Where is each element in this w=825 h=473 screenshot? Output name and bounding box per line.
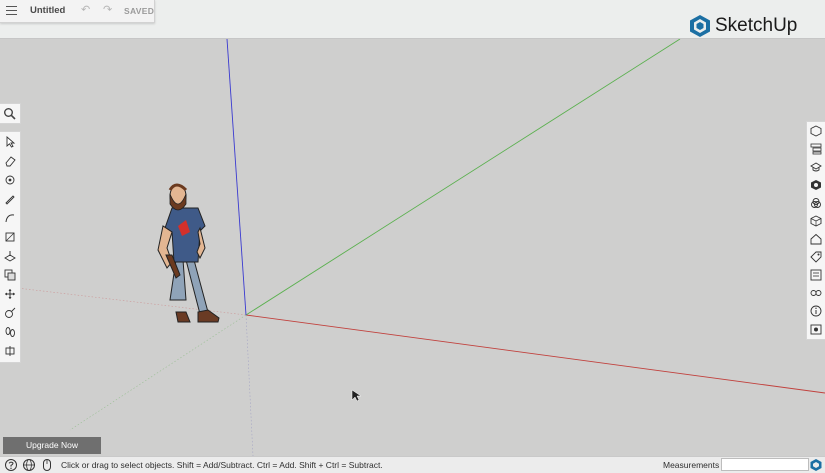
sketchup-status-logo-icon[interactable] xyxy=(809,458,823,472)
rectangle-icon[interactable] xyxy=(1,228,19,246)
push-pull-icon[interactable] xyxy=(1,247,19,265)
blue-axis xyxy=(226,39,247,316)
measurements-input[interactable] xyxy=(721,458,809,471)
green-axis xyxy=(245,39,681,316)
file-panel: Untitled ↶ ↷ SAVED xyxy=(0,0,155,23)
green-axis-negative xyxy=(69,314,247,431)
tape-measure-icon[interactable] xyxy=(1,171,19,189)
redo-icon[interactable]: ↷ xyxy=(103,3,112,16)
search-icon[interactable] xyxy=(3,107,16,120)
undo-icon[interactable]: ↶ xyxy=(81,3,90,16)
entity-info-icon[interactable] xyxy=(807,122,825,140)
materials-icon[interactable] xyxy=(807,176,825,194)
hamburger-icon[interactable] xyxy=(6,6,17,16)
pencil-line-icon[interactable] xyxy=(1,190,19,208)
measurements-label: Measurements xyxy=(663,460,720,470)
globe-icon[interactable] xyxy=(22,458,36,472)
mouse-cursor-icon xyxy=(351,389,362,402)
solar-icon[interactable] xyxy=(807,320,825,338)
modeling-viewport[interactable] xyxy=(0,39,825,456)
move-icon[interactable] xyxy=(1,285,19,303)
help-icon[interactable] xyxy=(4,458,18,472)
info-icon[interactable] xyxy=(807,302,825,320)
sketchup-logo-icon xyxy=(690,15,710,37)
mouse-icon[interactable] xyxy=(40,458,54,472)
upgrade-now-button[interactable]: Upgrade Now xyxy=(3,437,101,454)
status-hint: Click or drag to select objects. Shift =… xyxy=(61,460,383,470)
select-icon[interactable] xyxy=(1,133,19,151)
outliner-icon[interactable] xyxy=(807,266,825,284)
walk-icon[interactable] xyxy=(1,342,19,360)
scale-figure[interactable] xyxy=(157,183,220,323)
scenes-icon[interactable] xyxy=(807,212,825,230)
tags-icon[interactable] xyxy=(807,248,825,266)
styles-icon[interactable] xyxy=(807,194,825,212)
instructor-icon[interactable] xyxy=(807,158,825,176)
left-toolbar xyxy=(0,131,21,363)
display-icon[interactable] xyxy=(807,284,825,302)
blue-axis-negative xyxy=(245,314,254,456)
brand-name: SketchUp xyxy=(715,15,798,36)
red-axis xyxy=(245,314,825,394)
search-tool[interactable] xyxy=(0,103,21,124)
top-bar: Untitled ↶ ↷ SAVED SketchUp xyxy=(0,0,825,39)
status-bar: Click or drag to select objects. Shift =… xyxy=(0,456,825,473)
footprints-icon[interactable] xyxy=(1,323,19,341)
components-icon[interactable] xyxy=(807,140,825,158)
document-title[interactable]: Untitled xyxy=(30,5,65,16)
save-status: SAVED xyxy=(124,6,155,16)
right-panel-toolbar xyxy=(806,121,825,340)
rotate-icon[interactable] xyxy=(1,304,19,322)
warehouse-icon[interactable] xyxy=(807,230,825,248)
eraser-icon[interactable] xyxy=(1,152,19,170)
arc-icon[interactable] xyxy=(1,209,19,227)
offset-icon[interactable] xyxy=(1,266,19,284)
